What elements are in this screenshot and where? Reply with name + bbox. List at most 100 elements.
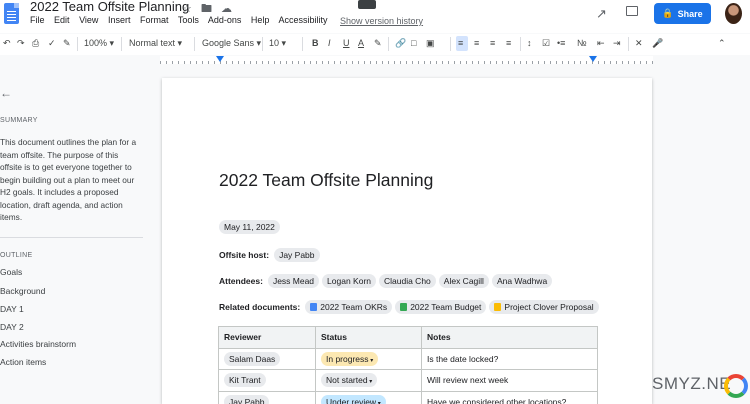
file-chip[interactable]: 2022 Team Budget bbox=[395, 300, 487, 314]
spellcheck-icon[interactable]: ✓ bbox=[48, 38, 56, 49]
increase-indent-icon[interactable]: ⇥ bbox=[613, 38, 621, 49]
outline-item-activities[interactable]: Activities brainstorm bbox=[0, 339, 76, 349]
decrease-indent-icon[interactable]: ⇤ bbox=[597, 38, 605, 49]
date-chip[interactable]: May 11, 2022 bbox=[219, 220, 280, 234]
table-header[interactable]: Status bbox=[315, 326, 422, 349]
status-dropdown-chip[interactable]: Under review bbox=[321, 394, 386, 404]
file-chip-name: 2022 Team Budget bbox=[410, 302, 482, 312]
line-spacing-icon[interactable]: ↕ bbox=[527, 38, 532, 48]
print-icon[interactable]: ⎙ bbox=[32, 38, 39, 49]
share-label: Share bbox=[677, 8, 703, 19]
table-cell[interactable]: Salam Daas bbox=[218, 347, 316, 370]
font-select[interactable]: Google Sans ▾ bbox=[202, 38, 261, 49]
highlight-icon[interactable]: ✎ bbox=[374, 38, 382, 49]
version-history-link[interactable]: Show version history bbox=[340, 16, 423, 26]
align-justify-icon[interactable]: ≡ bbox=[506, 38, 511, 48]
insert-image-icon[interactable]: ▣ bbox=[426, 38, 435, 49]
file-chip[interactable]: 2022 Team OKRs bbox=[305, 300, 393, 314]
person-chip[interactable]: Jay Pabb bbox=[274, 248, 320, 262]
avatar[interactable] bbox=[725, 3, 742, 24]
table-cell[interactable]: Is the date locked? bbox=[421, 347, 598, 370]
star-icon[interactable]: ☆ bbox=[182, 3, 192, 15]
menu-accessibility[interactable]: Accessibility bbox=[278, 15, 327, 25]
table-cell[interactable]: In progress bbox=[315, 347, 422, 370]
status-dropdown-chip[interactable]: In progress bbox=[321, 351, 379, 366]
summary-text[interactable]: This document outlines the plan for a te… bbox=[0, 136, 142, 224]
table-cell[interactable]: Will review next week bbox=[421, 369, 598, 392]
comment-icon[interactable] bbox=[626, 6, 638, 16]
zoom-value: 100% bbox=[84, 38, 108, 48]
bulleted-list-icon[interactable]: •≡ bbox=[557, 38, 565, 48]
menu-file[interactable]: File bbox=[30, 15, 45, 25]
person-chip[interactable]: Logan Korn bbox=[322, 274, 376, 288]
checklist-icon[interactable]: ☑ bbox=[542, 38, 550, 49]
formatting-toolbar: ↶ ↷ ⎙ ✓ ✎ 100% ▾ Normal text ▾ Google Sa… bbox=[0, 34, 750, 55]
outline-item-goals[interactable]: Goals bbox=[0, 267, 22, 277]
folder-icon[interactable]: 🖿 bbox=[201, 3, 212, 15]
cloud-icon[interactable]: ☁ bbox=[221, 3, 232, 15]
right-indent-marker[interactable] bbox=[589, 56, 597, 62]
docs-logo-icon[interactable] bbox=[4, 3, 19, 24]
menu-view[interactable]: View bbox=[79, 15, 98, 25]
document-title[interactable]: 2022 Team Offsite Planning bbox=[30, 0, 189, 14]
zoom-select[interactable]: 100% ▾ bbox=[84, 38, 114, 49]
outline-item-background[interactable]: Background bbox=[0, 286, 45, 296]
attendees-row: Attendees: Jess Mead Logan Korn Claudia … bbox=[219, 274, 553, 288]
table-header[interactable]: Notes bbox=[421, 326, 598, 349]
link-icon[interactable]: 🔗 bbox=[395, 38, 406, 49]
collapse-toolbar-icon[interactable]: ⌃ bbox=[718, 38, 726, 49]
table-cell[interactable]: Kit Trant bbox=[218, 369, 316, 392]
underline-button[interactable]: U bbox=[343, 38, 350, 48]
numbered-list-icon[interactable]: № bbox=[577, 38, 587, 48]
table-header[interactable]: Reviewer bbox=[218, 326, 316, 349]
menu-tools[interactable]: Tools bbox=[178, 15, 199, 25]
bold-button[interactable]: B bbox=[312, 38, 319, 48]
person-chip[interactable]: Jess Mead bbox=[267, 274, 320, 288]
menu-insert[interactable]: Insert bbox=[108, 15, 131, 25]
related-label: Related documents: bbox=[219, 302, 301, 312]
table-cell[interactable]: Have we considered other locations? bbox=[421, 390, 598, 404]
person-chip[interactable]: Ana Wadhwa bbox=[491, 274, 553, 288]
outline-item-day-1[interactable]: DAY 1 bbox=[0, 304, 24, 314]
person-chip[interactable]: Jay Pabb bbox=[224, 394, 270, 404]
person-chip[interactable]: Salam Daas bbox=[224, 351, 281, 366]
share-button[interactable]: 🔒 Share bbox=[654, 3, 711, 24]
undo-icon[interactable]: ↶ bbox=[3, 38, 11, 49]
menu-edit[interactable]: Edit bbox=[54, 15, 70, 25]
document-heading[interactable]: 2022 Team Offsite Planning bbox=[219, 170, 433, 191]
person-chip[interactable]: Alex Cagill bbox=[438, 274, 489, 288]
menu-format[interactable]: Format bbox=[140, 15, 169, 25]
table-cell[interactable]: Not started bbox=[315, 369, 422, 392]
style-select[interactable]: Normal text ▾ bbox=[129, 38, 182, 49]
outline-item-day-2[interactable]: DAY 2 bbox=[0, 322, 24, 332]
add-comment-icon[interactable]: □ bbox=[411, 38, 416, 48]
paint-format-icon[interactable]: ✎ bbox=[63, 38, 71, 49]
outline-item-action-items[interactable]: Action items bbox=[0, 357, 46, 367]
document-page[interactable]: 2022 Team Offsite Planning May 11, 2022 … bbox=[162, 78, 652, 404]
file-chip[interactable]: Project Clover Proposal bbox=[489, 300, 599, 314]
menu-help[interactable]: Help bbox=[251, 15, 270, 25]
person-chip[interactable]: Claudia Cho bbox=[379, 274, 436, 288]
align-right-icon[interactable]: ≡ bbox=[490, 38, 495, 48]
table-cell[interactable]: Jay Pabb bbox=[218, 390, 316, 404]
menu-addons[interactable]: Add-ons bbox=[208, 15, 242, 25]
slides-file-icon bbox=[494, 303, 502, 311]
ruler[interactable] bbox=[160, 56, 653, 64]
present-icon[interactable] bbox=[358, 0, 376, 9]
person-chip[interactable]: Kit Trant bbox=[224, 373, 266, 388]
font-value: Google Sans bbox=[202, 38, 255, 48]
redo-icon[interactable]: ↷ bbox=[17, 38, 25, 49]
text-color-button[interactable]: A bbox=[358, 38, 364, 48]
lock-icon: 🔒 bbox=[662, 8, 674, 18]
align-left-icon[interactable]: ≡ bbox=[458, 38, 463, 48]
font-size-select[interactable]: 10 ▾ bbox=[269, 38, 286, 49]
status-dropdown-chip[interactable]: Not started bbox=[321, 373, 378, 388]
clear-formatting-icon[interactable]: ✕ bbox=[635, 38, 643, 49]
back-arrow-icon[interactable]: ← bbox=[0, 86, 12, 100]
align-center-icon[interactable]: ≡ bbox=[474, 38, 479, 48]
activity-trend-icon[interactable]: ↗ bbox=[596, 6, 607, 22]
italic-button[interactable]: I bbox=[328, 38, 331, 48]
voice-typing-icon[interactable]: 🎤 bbox=[652, 38, 663, 49]
table-cell[interactable]: Under review bbox=[315, 390, 422, 404]
left-indent-marker[interactable] bbox=[216, 56, 224, 62]
